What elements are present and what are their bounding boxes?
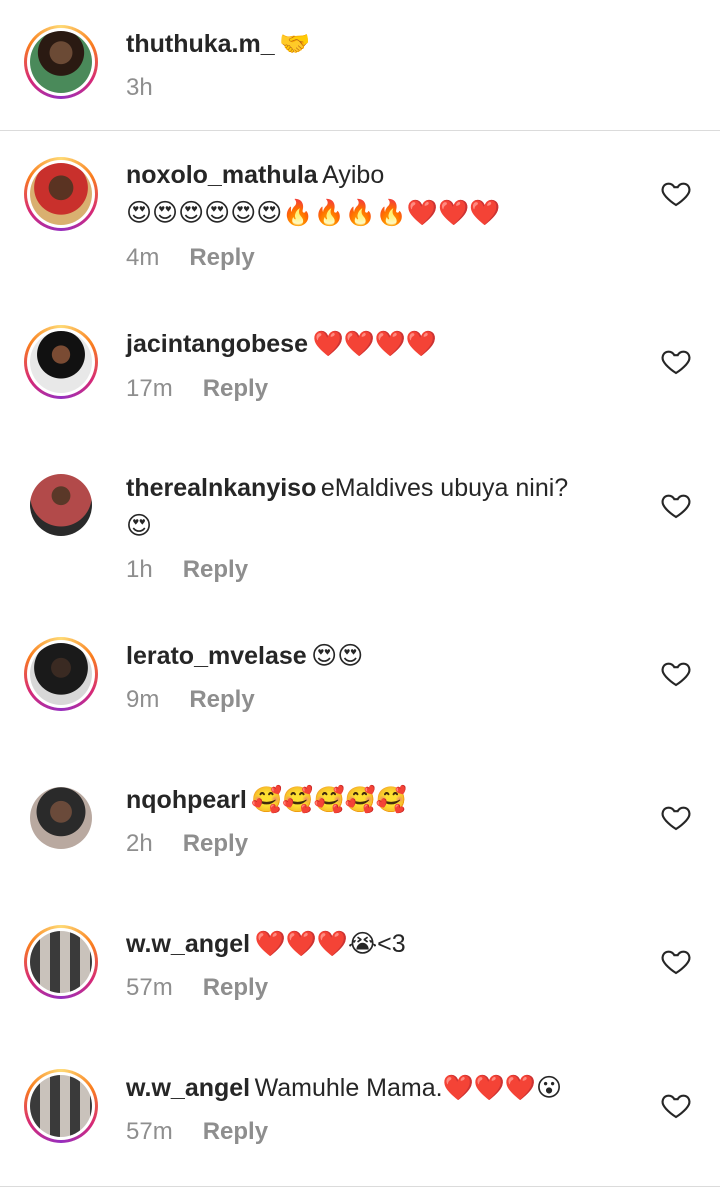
reply-button[interactable]: Reply xyxy=(203,375,268,402)
reply-button[interactable]: Reply xyxy=(189,244,254,271)
comment-username[interactable]: noxolo_mathula xyxy=(126,161,318,189)
comment-username[interactable]: therealnkanyiso xyxy=(126,474,316,502)
heart-outline-icon[interactable] xyxy=(660,657,692,689)
heart-outline-icon[interactable] xyxy=(660,489,692,521)
comment-username[interactable]: nqohpearl xyxy=(126,786,247,814)
avatar[interactable] xyxy=(24,1069,98,1143)
avatar[interactable] xyxy=(24,637,98,711)
reply-button[interactable]: Reply xyxy=(203,1118,268,1145)
comment-text: eMaldives ubuya nini? xyxy=(320,474,569,502)
comment-time: 9m xyxy=(126,686,160,713)
reply-button[interactable]: Reply xyxy=(183,830,248,857)
comment-time: 4m xyxy=(126,244,160,271)
post-caption: thuthuka.m_ 🤝 3h xyxy=(0,0,720,131)
avatar[interactable] xyxy=(24,781,98,855)
avatar[interactable] xyxy=(24,925,98,999)
comment-text: ❤️❤️❤️😭<3 xyxy=(254,930,406,958)
caption-line: thuthuka.m_ 🤝 xyxy=(126,27,310,65)
comment-username[interactable]: jacintangobese xyxy=(126,330,308,358)
reply-button[interactable]: Reply xyxy=(203,974,268,1001)
comment-text: 😍😍 xyxy=(311,642,364,670)
comment-time: 57m xyxy=(126,1118,173,1145)
comment-text: ❤️❤️❤️❤️ xyxy=(312,330,437,358)
avatar[interactable] xyxy=(24,325,98,399)
heart-outline-icon[interactable] xyxy=(660,801,692,833)
avatar[interactable] xyxy=(24,25,98,99)
heart-outline-icon[interactable] xyxy=(660,1089,692,1121)
comment-time: 17m xyxy=(126,375,173,402)
comment-text-line2: 😍 xyxy=(126,512,153,540)
comment-username[interactable]: lerato_mvelase xyxy=(126,642,307,670)
divider xyxy=(0,1186,720,1187)
comment-text: Ayibo xyxy=(322,161,385,189)
comment-text: Wamuhle Mama.❤️❤️❤️😮 xyxy=(254,1074,563,1102)
comment-time: 57m xyxy=(126,974,173,1001)
caption-time: 3h xyxy=(126,74,153,101)
heart-outline-icon[interactable] xyxy=(660,177,692,209)
comment-time: 1h xyxy=(126,556,153,583)
heart-outline-icon[interactable] xyxy=(660,345,692,377)
heart-outline-icon[interactable] xyxy=(660,945,692,977)
avatar[interactable] xyxy=(24,157,98,231)
reply-button[interactable]: Reply xyxy=(183,556,248,583)
reply-button[interactable]: Reply xyxy=(189,686,254,713)
avatar[interactable] xyxy=(24,468,98,542)
caption-emoji: 🤝 xyxy=(279,30,311,58)
comment-text: 🥰🥰🥰🥰🥰 xyxy=(251,786,407,814)
comment-time: 2h xyxy=(126,830,153,857)
comment-username[interactable]: w.w_angel xyxy=(126,1074,250,1102)
comment-username[interactable]: w.w_angel xyxy=(126,930,250,958)
caption-username[interactable]: thuthuka.m_ xyxy=(126,30,275,58)
comment-text-line2: 😍😍😍😍😍😍🔥🔥🔥🔥❤️❤️❤️ xyxy=(126,199,501,227)
